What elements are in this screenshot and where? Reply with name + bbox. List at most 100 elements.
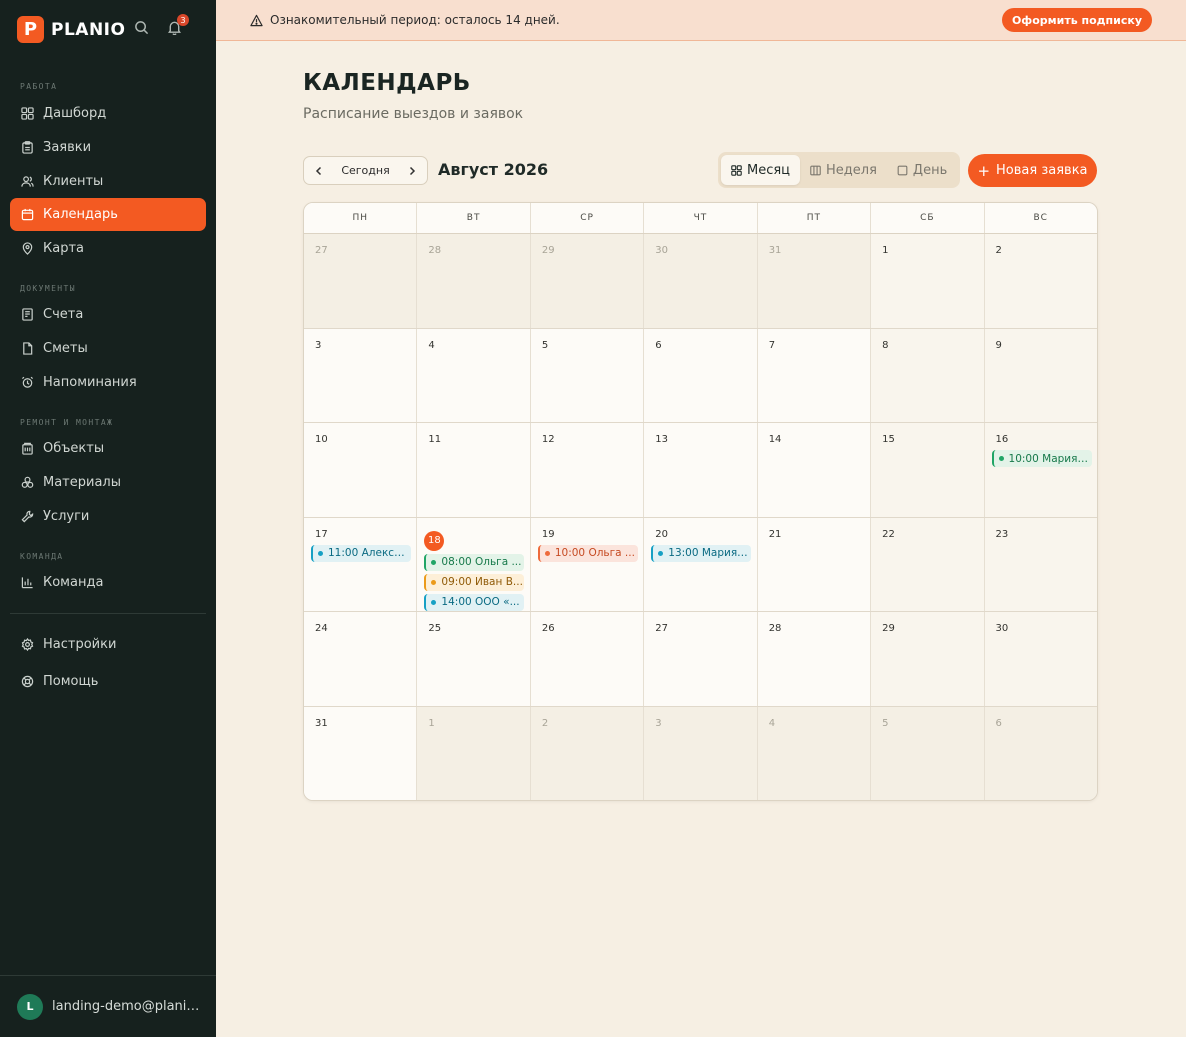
calendar-day-cell[interactable]: 30 (984, 612, 1097, 706)
calendar-day-cell[interactable]: 6 (984, 706, 1097, 800)
calendar-day-cell[interactable]: 25 (417, 612, 531, 706)
calendar-day-cell[interactable]: 30 (644, 234, 758, 328)
calendar-day-cell[interactable]: 24 (304, 612, 418, 706)
day-number: 5 (882, 717, 889, 729)
view-week-label: Неделя (826, 162, 877, 178)
calendar-day-cell[interactable]: 8 (871, 328, 985, 422)
day-number: 28 (768, 623, 782, 634)
sidebar-item-objects[interactable]: Объекты (10, 432, 206, 465)
calendar-event[interactable]: 13:00 Мария ... (651, 544, 752, 562)
columns-icon (810, 165, 821, 175)
map-pin-icon (22, 242, 33, 255)
calendar-day-cell[interactable]: 13 (644, 423, 758, 517)
sidebar-item-requests[interactable]: Заявки (10, 131, 206, 164)
calendar-day-cell[interactable]: 1 (417, 706, 531, 800)
today-button[interactable]: Сегодня (341, 164, 389, 177)
plus-icon: + (977, 161, 991, 180)
calendar-day-cell[interactable]: 4 (417, 328, 531, 422)
calendar-day-cell[interactable]: 19 10:00 Ольга ... (530, 517, 645, 611)
calendar-day-cell[interactable]: 4 (757, 706, 872, 800)
event-title: 11:00 Алексе... (328, 547, 410, 559)
sidebar-item-estimates[interactable]: Сметы (10, 332, 206, 365)
calendar-day-cell[interactable]: 5 (530, 328, 645, 422)
next-month-button[interactable] (405, 164, 419, 178)
calendar-event[interactable]: 11:00 Алексе... (311, 544, 411, 562)
calendar-day-cell[interactable]: 23 (984, 517, 1097, 611)
calendar-day-cell[interactable]: 21 (757, 517, 872, 611)
day-number: 25 (428, 623, 442, 634)
calendar-day-cell[interactable]: 22 (871, 517, 985, 611)
sidebar-item-team[interactable]: Команда (10, 566, 206, 599)
user-email: landing-demo@planio.ru (52, 999, 200, 1014)
calendar-event[interactable]: 09:00 Иван В... (424, 573, 525, 591)
day-number: 20 (655, 528, 668, 540)
notifications-button[interactable]: 3 (167, 14, 189, 35)
calendar-day-cell[interactable]: 11 (417, 423, 531, 517)
sidebar-item-reminders[interactable]: Напоминания (10, 366, 206, 399)
calendar-day-cell[interactable]: 3 (304, 328, 418, 422)
user-account[interactable]: L landing-demo@planio.ru (0, 975, 216, 1037)
calendar-day-cell[interactable]: 29 (530, 234, 645, 328)
calendar-day-cell[interactable]: 2 (530, 706, 645, 800)
calendar-day-cell[interactable]: 15 (871, 423, 985, 517)
calendar-event[interactable]: 14:00 ООО «... (424, 593, 525, 611)
calendar-event[interactable]: 08:00 Ольга ... (424, 553, 525, 571)
calendar-day-cell[interactable]: 10 (304, 423, 418, 517)
sidebar-item-settings[interactable]: Настройки (10, 628, 206, 661)
calendar-day-cell[interactable]: 1 (871, 234, 985, 328)
new-request-button[interactable]: + Новая заявка (968, 154, 1097, 187)
sidebar-item-map[interactable]: Карта (10, 232, 206, 265)
calendar-day-cell[interactable]: 26 (530, 612, 645, 706)
brand-name: PLANIO (51, 19, 126, 40)
calendar-event[interactable]: 10:00 Ольга ... (537, 544, 638, 562)
prev-month-button[interactable] (312, 164, 326, 178)
sidebar-item-dashboard[interactable]: Дашборд (10, 97, 206, 130)
calendar-day-cell[interactable]: 5 (871, 706, 985, 800)
page-title: КАЛЕНДАРЬ (303, 70, 471, 96)
weekday-label: ВС (1033, 213, 1048, 223)
calendar-day-cell[interactable]: 9 (984, 328, 1097, 422)
calendar-day-cell[interactable]: 7 (757, 328, 872, 422)
warning-icon (250, 14, 263, 26)
calendar-day-cell[interactable]: 28 (757, 612, 872, 706)
day-number: 11 (428, 434, 442, 445)
view-week-button[interactable]: Неделя (800, 155, 887, 185)
brand[interactable]: P PLANIO (17, 16, 125, 43)
view-month-button[interactable]: Месяц (721, 155, 801, 185)
event-title: 08:00 Ольга ... (441, 556, 522, 568)
calendar-grid: 27 28 29 30 31 1 2 3 4 5 6 7 8 9 10 11 12 13 14 15 16 10:00 М… (304, 234, 1097, 800)
search-icon[interactable] (134, 20, 149, 35)
subscribe-button[interactable]: Оформить подписку (1001, 8, 1152, 32)
calendar-day-cell[interactable]: 16 10:00 Мария ... (984, 423, 1097, 517)
calendar-day-cell[interactable]: 27 (644, 612, 758, 706)
calendar-day-cell[interactable]: 3 (644, 706, 758, 800)
sidebar-item-materials[interactable]: Материалы (10, 466, 206, 499)
file-icon (23, 342, 33, 355)
sidebar-item-label: Сметы (43, 341, 88, 356)
calendar-day-cell[interactable]: 31 (757, 234, 872, 328)
sidebar-item-invoices[interactable]: Счета (10, 298, 206, 331)
sidebar-item-calendar[interactable]: Календарь (10, 198, 206, 231)
view-day-button[interactable]: День (887, 155, 957, 185)
view-switcher: Месяц Неделя День (718, 152, 960, 188)
sidebar-item-clients[interactable]: Клиенты (10, 165, 206, 198)
calendar-day-cell[interactable]: 17 11:00 Алексе... (304, 517, 418, 611)
calendar-day-cell[interactable]: 20 13:00 Мария ... (644, 517, 758, 611)
calendar-day-cell[interactable]: 12 (530, 423, 645, 517)
calendar-day-cell[interactable]: 6 (644, 328, 758, 422)
calendar-day-cell[interactable]: 2 (984, 234, 1097, 328)
calendar-event[interactable]: 10:00 Мария ... (991, 450, 1092, 467)
sidebar-item-services[interactable]: Услуги (10, 500, 206, 533)
sidebar-item-help[interactable]: Помощь (10, 665, 206, 698)
logo: P (17, 16, 44, 43)
invoice-icon (22, 308, 33, 321)
calendar-day-cell[interactable]: 27 (304, 234, 418, 328)
day-number: 14 (768, 434, 782, 445)
calendar-day-cell[interactable]: 31 (304, 706, 418, 800)
calendar-day-cell[interactable]: 28 (417, 234, 531, 328)
calendar-day-cell[interactable]: 18 08:00 Ольга ... 09:00 Иван В... 14:00 ОО… (417, 517, 531, 611)
event-status-dot-icon (998, 456, 1004, 461)
calendar-day-cell[interactable]: 14 (757, 423, 872, 517)
calendar-day-cell[interactable]: 29 (871, 612, 985, 706)
day-number: 28 (428, 245, 442, 256)
